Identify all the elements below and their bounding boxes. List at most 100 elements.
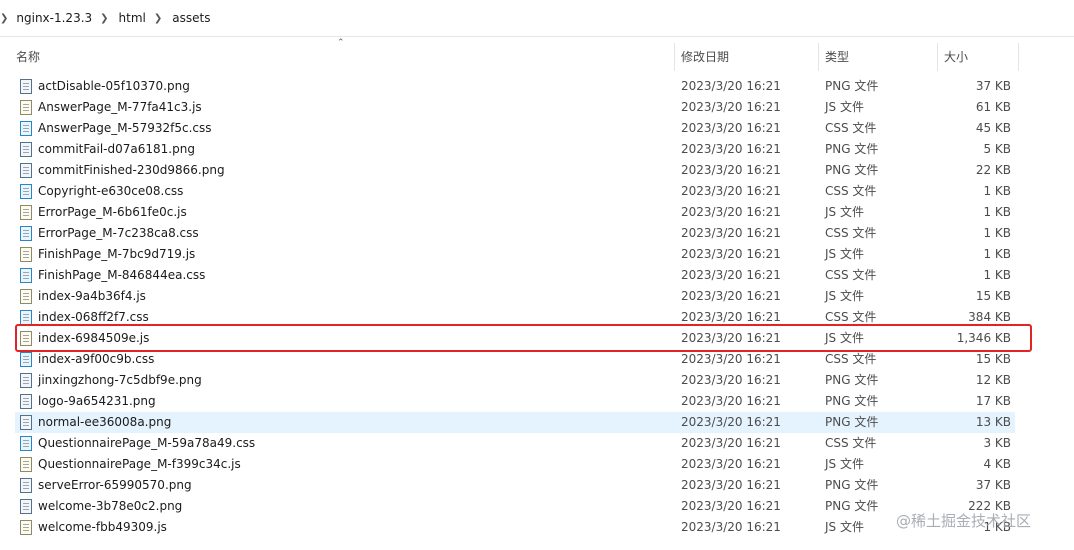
file-type: PNG 文件 bbox=[825, 373, 879, 387]
file-size: 45 KB bbox=[975, 121, 1011, 135]
file-icon bbox=[20, 205, 32, 220]
column-header-size[interactable]: 大小 bbox=[938, 37, 1018, 76]
file-row[interactable]: logo-9a654231.png 2023/3/20 16:21 PNG 文件 17… bbox=[0, 391, 1074, 412]
file-size: 1 KB bbox=[983, 226, 1011, 240]
file-name: logo-9a654231.png bbox=[38, 394, 156, 408]
file-date: 2023/3/20 16:21 bbox=[681, 352, 781, 366]
file-type: CSS 文件 bbox=[825, 226, 877, 240]
file-type: JS 文件 bbox=[825, 457, 864, 471]
file-icon bbox=[20, 478, 32, 493]
file-type: PNG 文件 bbox=[825, 79, 879, 93]
breadcrumb-item-html[interactable]: html bbox=[119, 11, 146, 25]
file-date: 2023/3/20 16:21 bbox=[681, 142, 781, 156]
file-row[interactable]: ErrorPage_M-7c238ca8.css 2023/3/20 16:21 C… bbox=[0, 223, 1074, 244]
file-type: JS 文件 bbox=[825, 100, 864, 114]
file-name: commitFail-d07a6181.png bbox=[38, 142, 195, 156]
file-icon bbox=[20, 79, 32, 94]
file-date: 2023/3/20 16:21 bbox=[681, 289, 781, 303]
file-date: 2023/3/20 16:21 bbox=[681, 100, 781, 114]
column-header-type[interactable]: 类型 bbox=[819, 37, 937, 76]
file-list: actDisable-05f10370.png 2023/3/20 16:21 PN… bbox=[0, 76, 1074, 538]
chevron-right-icon[interactable]: ❯ bbox=[154, 13, 162, 24]
file-icon bbox=[20, 184, 32, 199]
chevron-right-icon[interactable]: ❯ bbox=[0, 13, 8, 24]
file-name: serveError-65990570.png bbox=[38, 478, 192, 492]
file-row[interactable]: AnswerPage_M-77fa41c3.js 2023/3/20 16:21 J… bbox=[0, 97, 1074, 118]
file-name: index-a9f00c9b.css bbox=[38, 352, 155, 366]
file-name: ErrorPage_M-6b61fe0c.js bbox=[38, 205, 187, 219]
file-date: 2023/3/20 16:21 bbox=[681, 520, 781, 534]
breadcrumb-item-nginx[interactable]: nginx-1.23.3 bbox=[16, 11, 92, 25]
file-icon bbox=[20, 373, 32, 388]
column-header-date[interactable]: 修改日期 bbox=[675, 37, 818, 76]
file-row[interactable]: normal-ee36008a.png 2023/3/20 16:21 PNG 文件… bbox=[0, 412, 1074, 433]
file-row[interactable]: FinishPage_M-7bc9d719.js 2023/3/20 16:21 J… bbox=[0, 244, 1074, 265]
file-icon bbox=[20, 457, 32, 472]
file-icon bbox=[20, 226, 32, 241]
file-name: Copyright-e630ce08.css bbox=[38, 184, 184, 198]
file-size: 13 KB bbox=[975, 415, 1011, 429]
file-row[interactable]: QuestionnairePage_M-59a78a49.css 2023/3/2… bbox=[0, 433, 1074, 454]
file-type: JS 文件 bbox=[825, 205, 864, 219]
file-icon bbox=[20, 247, 32, 262]
file-type: PNG 文件 bbox=[825, 142, 879, 156]
file-type: JS 文件 bbox=[825, 247, 864, 261]
file-row[interactable]: serveError-65990570.png 2023/3/20 16:21 PN… bbox=[0, 475, 1074, 496]
file-size: 37 KB bbox=[975, 478, 1011, 492]
column-header-name[interactable]: 名称 bbox=[10, 37, 674, 76]
file-date: 2023/3/20 16:21 bbox=[681, 226, 781, 240]
file-row[interactable]: commitFinished-230d9866.png 2023/3/20 16:… bbox=[0, 160, 1074, 181]
chevron-right-icon[interactable]: ❯ bbox=[100, 13, 108, 24]
file-name: AnswerPage_M-57932f5c.css bbox=[38, 121, 212, 135]
file-date: 2023/3/20 16:21 bbox=[681, 163, 781, 177]
file-date: 2023/3/20 16:21 bbox=[681, 121, 781, 135]
file-icon bbox=[20, 100, 32, 115]
file-size: 1 KB bbox=[983, 247, 1011, 261]
file-type: PNG 文件 bbox=[825, 478, 879, 492]
file-date: 2023/3/20 16:21 bbox=[681, 478, 781, 492]
file-type: CSS 文件 bbox=[825, 268, 877, 282]
file-row[interactable]: AnswerPage_M-57932f5c.css 2023/3/20 16:21… bbox=[0, 118, 1074, 139]
file-name: normal-ee36008a.png bbox=[38, 415, 172, 429]
file-name: FinishPage_M-7bc9d719.js bbox=[38, 247, 196, 261]
file-row[interactable]: QuestionnairePage_M-f399c34c.js 2023/3/20… bbox=[0, 454, 1074, 475]
file-type: CSS 文件 bbox=[825, 436, 877, 450]
file-name: welcome-fbb49309.js bbox=[38, 520, 167, 534]
file-row[interactable]: index-a9f00c9b.css 2023/3/20 16:21 CSS 文件 1… bbox=[0, 349, 1074, 370]
file-icon bbox=[20, 121, 32, 136]
file-date: 2023/3/20 16:21 bbox=[681, 499, 781, 513]
file-row[interactable]: Copyright-e630ce08.css 2023/3/20 16:21 CSS… bbox=[0, 181, 1074, 202]
file-row[interactable]: jinxingzhong-7c5dbf9e.png 2023/3/20 16:21… bbox=[0, 370, 1074, 391]
file-row[interactable]: commitFail-d07a6181.png 2023/3/20 16:21 PN… bbox=[0, 139, 1074, 160]
file-date: 2023/3/20 16:21 bbox=[681, 205, 781, 219]
file-size: 22 KB bbox=[975, 163, 1011, 177]
file-size: 1 KB bbox=[983, 184, 1011, 198]
file-name: commitFinished-230d9866.png bbox=[38, 163, 225, 177]
file-size: 17 KB bbox=[975, 394, 1011, 408]
file-row[interactable]: FinishPage_M-846844ea.css 2023/3/20 16:21… bbox=[0, 265, 1074, 286]
watermark: @稀土掘金技术社区 bbox=[896, 512, 1032, 530]
file-size: 12 KB bbox=[975, 373, 1011, 387]
file-size: 5 KB bbox=[983, 142, 1011, 156]
file-type: JS 文件 bbox=[825, 289, 864, 303]
file-icon bbox=[20, 394, 32, 409]
file-name: FinishPage_M-846844ea.css bbox=[38, 268, 206, 282]
file-row[interactable]: index-9a4b36f4.js 2023/3/20 16:21 JS 文件 15 … bbox=[0, 286, 1074, 307]
file-name: welcome-3b78e0c2.png bbox=[38, 499, 183, 513]
file-name: jinxingzhong-7c5dbf9e.png bbox=[38, 373, 202, 387]
file-row[interactable]: ErrorPage_M-6b61fe0c.js 2023/3/20 16:21 JS… bbox=[0, 202, 1074, 223]
file-type: CSS 文件 bbox=[825, 121, 877, 135]
file-icon bbox=[20, 268, 32, 283]
file-date: 2023/3/20 16:21 bbox=[681, 394, 781, 408]
file-type: PNG 文件 bbox=[825, 415, 879, 429]
file-type: PNG 文件 bbox=[825, 394, 879, 408]
file-size: 1 KB bbox=[983, 205, 1011, 219]
file-icon bbox=[20, 289, 32, 304]
column-divider[interactable] bbox=[1018, 43, 1019, 71]
file-name: QuestionnairePage_M-f399c34c.js bbox=[38, 457, 241, 471]
breadcrumb-item-assets[interactable]: assets bbox=[172, 11, 210, 25]
file-row[interactable]: actDisable-05f10370.png 2023/3/20 16:21 PN… bbox=[0, 76, 1074, 97]
file-type: CSS 文件 bbox=[825, 352, 877, 366]
file-date: 2023/3/20 16:21 bbox=[681, 268, 781, 282]
highlight-annotation-box bbox=[15, 324, 1032, 352]
